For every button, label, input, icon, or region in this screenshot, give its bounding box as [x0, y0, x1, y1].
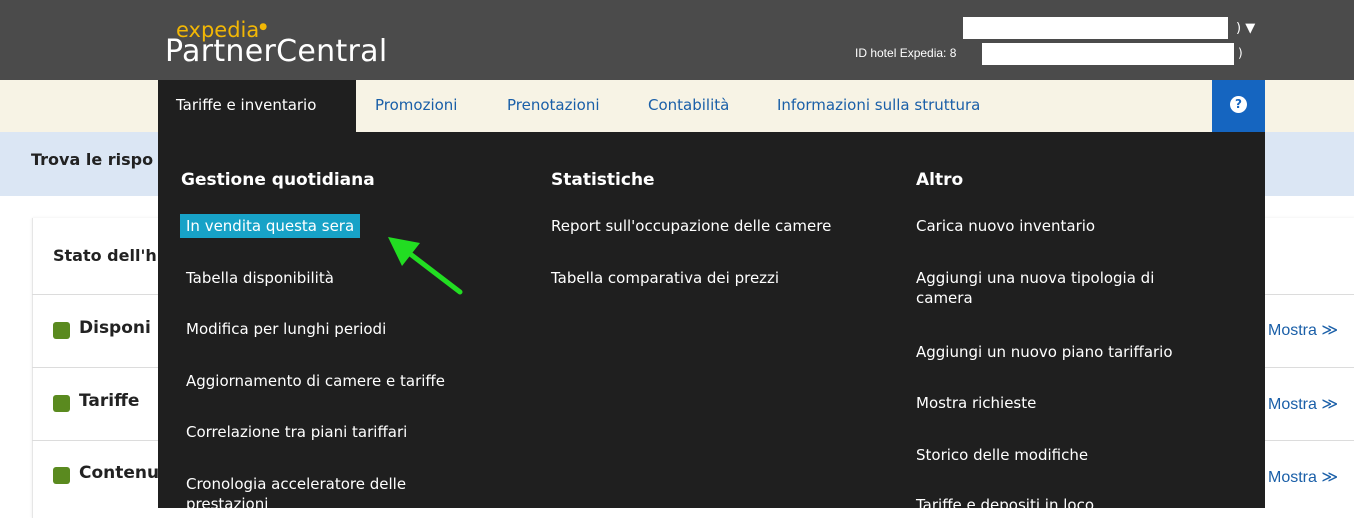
green-arrow-annotation — [388, 237, 463, 295]
